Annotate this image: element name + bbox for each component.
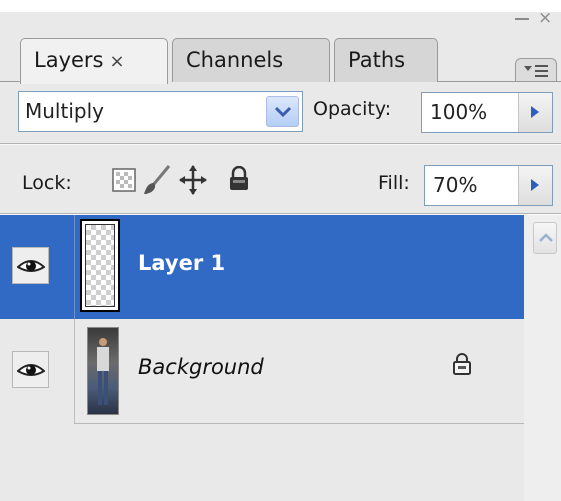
column-divider (74, 319, 75, 423)
opacity-field[interactable]: 100% (421, 92, 553, 133)
tab-channels[interactable]: Channels (172, 38, 330, 82)
tab-paths[interactable]: Paths (334, 38, 438, 82)
transparency-thumbnail (85, 224, 115, 307)
tab-paths-label: Paths (348, 48, 406, 72)
opacity-value: 100% (430, 100, 488, 124)
scroll-up-button[interactable] (533, 222, 557, 254)
tab-strip-line (438, 81, 561, 82)
tab-layers[interactable]: Layers × (20, 38, 168, 84)
lock-transparent-icon[interactable] (112, 168, 136, 192)
blend-mode-value: Multiply (25, 99, 104, 123)
layer-name[interactable]: Layer 1 (138, 251, 225, 275)
person-photo-icon (97, 338, 109, 405)
dropdown-chevron-icon (275, 106, 291, 118)
layer-row-background[interactable]: Background (0, 319, 524, 423)
layer-row-layer-1[interactable]: Layer 1 (0, 215, 524, 319)
eye-icon (17, 364, 45, 376)
layer-thumbnail (80, 219, 120, 312)
top-edge (0, 0, 561, 12)
column-divider (74, 215, 75, 319)
tab-layers-label: Layers (34, 48, 104, 72)
scroll-up-icon (539, 233, 553, 242)
eye-icon (17, 260, 45, 272)
close-panel-button[interactable]: × (538, 10, 552, 27)
background-thumbnail (87, 327, 119, 415)
layers-scrollbar[interactable] (524, 215, 561, 501)
fill-field[interactable]: 70% (424, 165, 553, 206)
lock-label: Lock: (22, 172, 72, 194)
tab-close-icon[interactable]: × (110, 51, 125, 72)
lock-all-icon[interactable] (228, 166, 250, 192)
fill-label: Fill: (378, 172, 410, 194)
visibility-toggle[interactable] (12, 351, 49, 388)
layer-lock-icon (453, 353, 471, 375)
divider (0, 144, 561, 145)
layer-name[interactable]: Background (138, 355, 264, 379)
blend-dropdown-button[interactable] (266, 96, 299, 127)
tab-channels-label: Channels (186, 48, 284, 72)
row-divider (74, 423, 524, 424)
tab-strip-line (0, 81, 20, 82)
blend-mode-select[interactable]: Multiply (18, 91, 303, 132)
visibility-toggle[interactable] (12, 247, 49, 284)
opacity-slider-button[interactable] (518, 93, 552, 132)
minimize-button[interactable] (515, 18, 529, 20)
lock-move-icon[interactable] (178, 164, 208, 196)
arrow-right-icon (531, 179, 539, 191)
layers-list: Layer 1 Background (0, 215, 524, 501)
opacity-label: Opacity: (313, 98, 392, 120)
fill-slider-button[interactable] (518, 166, 552, 205)
fill-value: 70% (433, 173, 478, 197)
arrow-right-icon (531, 106, 539, 118)
panel-menu-icon (524, 65, 548, 77)
panel-menu-button[interactable] (515, 58, 557, 81)
lock-brush-icon[interactable] (142, 164, 172, 196)
